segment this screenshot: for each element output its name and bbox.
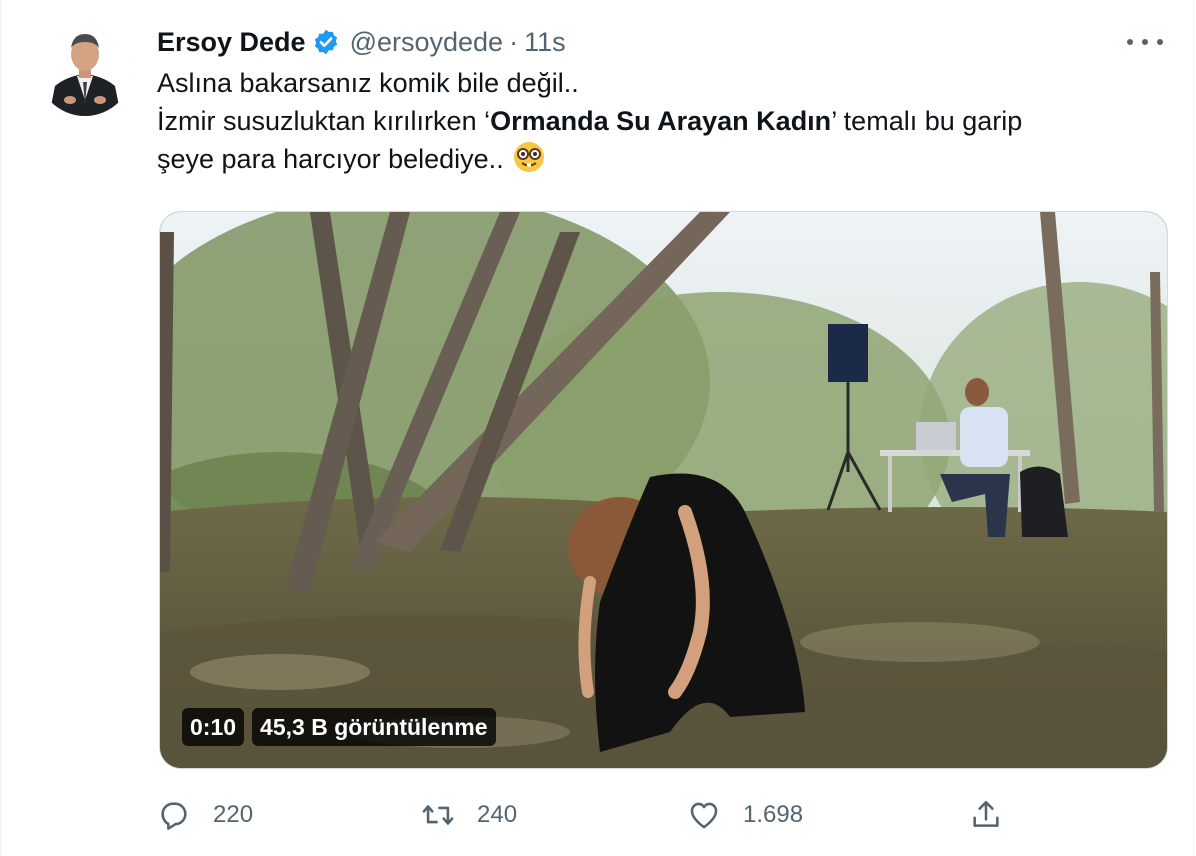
like-button[interactable]: 1.698 — [687, 790, 803, 840]
tweet[interactable]: Ersoy Dede @ersoydede · 11s Aslına bakar… — [0, 0, 1194, 856]
retweet-icon — [422, 805, 454, 825]
video-badges: 0:10 45,3 B görüntülenme — [182, 708, 496, 746]
bold-phrase: Ormanda Su Arayan Kadın — [490, 106, 832, 136]
retweet-count: 240 — [477, 801, 518, 828]
like-icon — [690, 802, 718, 829]
like-count: 1.698 — [743, 801, 804, 828]
tweet-actions: 220 240 1.698 — [157, 790, 1017, 840]
avatar[interactable] — [37, 20, 133, 116]
text-line-3: şeye para harcıyor belediye.. — [157, 144, 504, 174]
separator-dot: · — [509, 26, 519, 57]
tweet-text-line-1: Aslına bakarsanız komik bile değil.. — [157, 68, 579, 98]
tweet-text-line-2: İzmir susuzluktan kırılırken ‘Ormanda Su… — [157, 102, 1157, 140]
video-player[interactable]: 0:10 45,3 B görüntülenme — [159, 211, 1168, 769]
reply-count: 220 — [213, 801, 254, 828]
video-view-count: 45,3 B görüntülenme — [252, 708, 496, 746]
text-line-2-prefix: İzmir susuzluktan kırılırken ‘ — [157, 106, 491, 136]
nerd-face-emoji-icon — [512, 140, 546, 174]
tweet-timestamp[interactable]: 11s — [524, 27, 566, 58]
video-duration: 0:10 — [182, 708, 245, 746]
share-icon — [973, 800, 999, 827]
author-handle[interactable]: @ersoydede — [350, 27, 504, 58]
tweet-header: Ersoy Dede @ersoydede · 11s — [157, 22, 566, 62]
author-name[interactable]: Ersoy Dede — [157, 27, 306, 58]
reply-button[interactable]: 220 — [157, 790, 253, 840]
video-thumbnail — [160, 212, 1167, 768]
share-button[interactable] — [969, 790, 1003, 840]
more-icon[interactable] — [1127, 30, 1163, 54]
tweet-text-line-3: şeye para harcıyor belediye.. — [157, 140, 1157, 178]
verified-badge-icon — [312, 28, 340, 56]
retweet-button[interactable]: 240 — [421, 790, 517, 840]
text-line-2-suffix: ’ temalı bu garip — [831, 106, 1023, 136]
reply-icon — [161, 802, 187, 830]
tweet-text: Aslına bakarsanız komik bile değil.. İzm… — [157, 64, 1157, 178]
